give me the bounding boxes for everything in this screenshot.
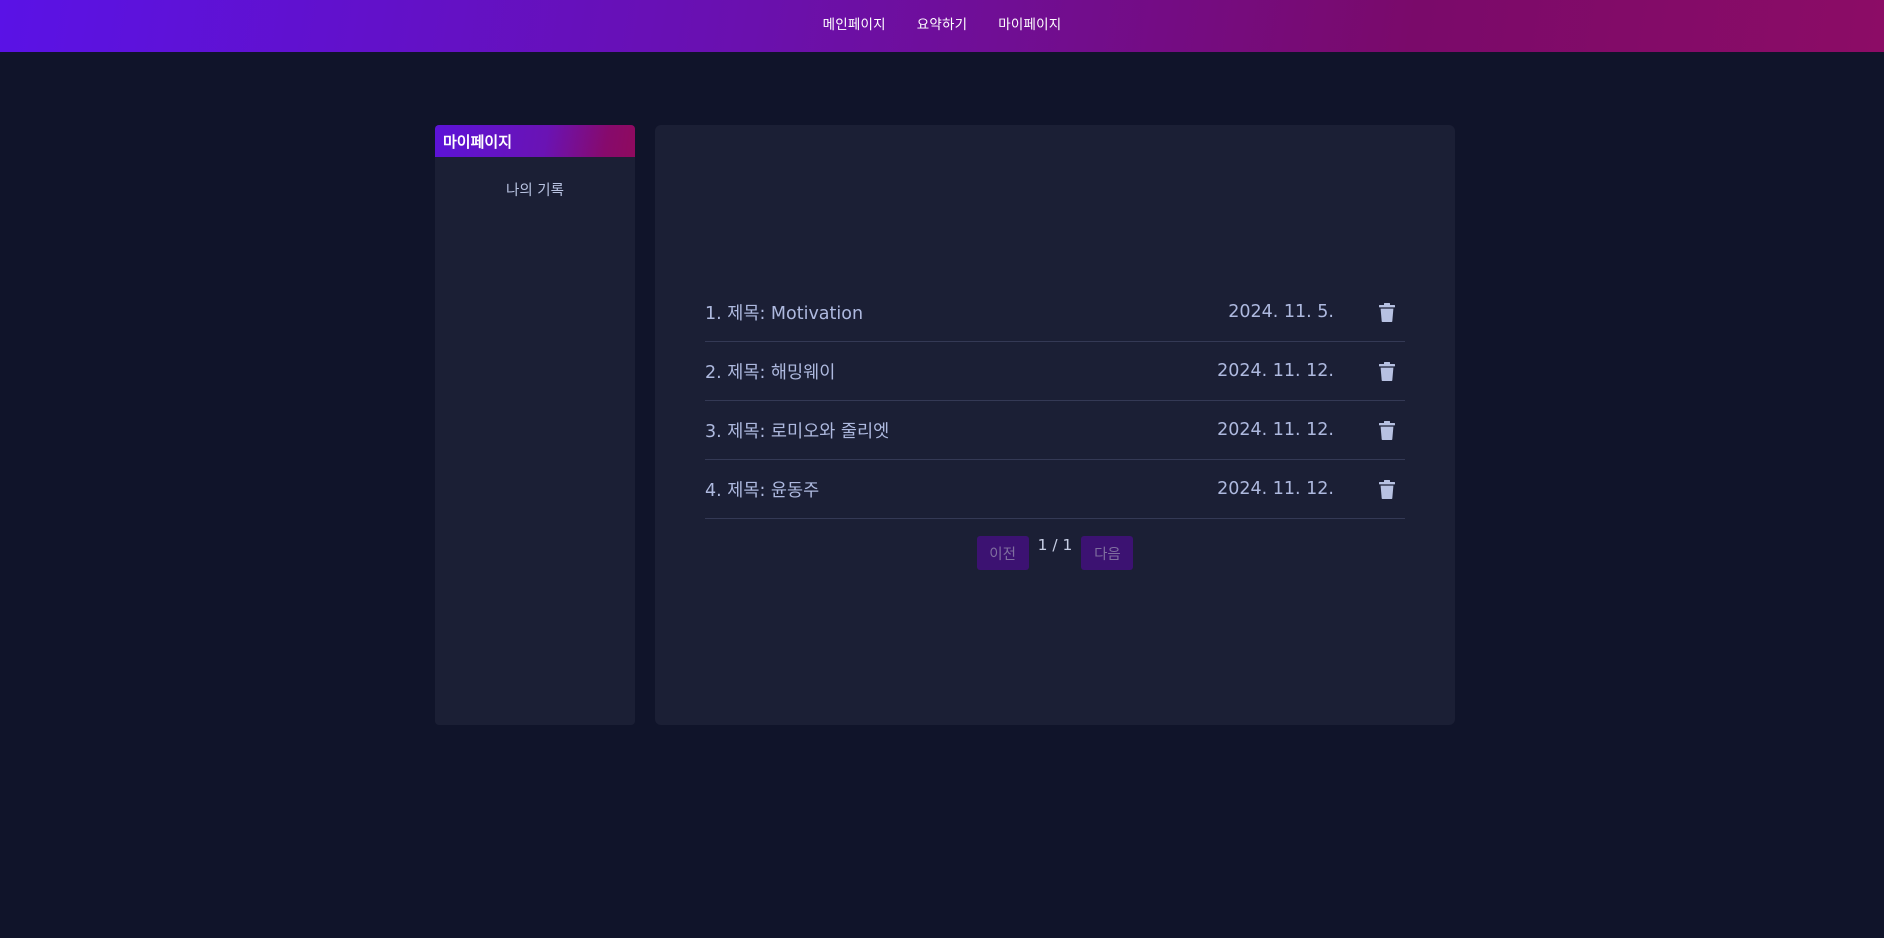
record-date: 2024. 11. 12. <box>1217 361 1334 381</box>
sidebar-item-my-records[interactable]: 나의 기록 <box>435 179 635 200</box>
list-item[interactable]: 2. 제목: 해밍웨이 2024. 11. 12. <box>705 342 1405 401</box>
next-page-button[interactable]: 다음 <box>1081 536 1134 570</box>
record-date: 2024. 11. 12. <box>1217 420 1334 440</box>
trash-icon[interactable] <box>1379 480 1395 499</box>
records-panel: 1. 제목: Motivation 2024. 11. 5. 2. 제목: 해밍… <box>655 125 1455 725</box>
record-date: 2024. 11. 5. <box>1228 302 1334 322</box>
trash-icon[interactable] <box>1379 303 1395 322</box>
trash-icon[interactable] <box>1379 362 1395 381</box>
record-title[interactable]: 4. 제목: 윤동주 <box>705 477 819 502</box>
list-item[interactable]: 1. 제목: Motivation 2024. 11. 5. <box>705 283 1405 342</box>
top-navigation: 메인페이지 요약하기 마이페이지 <box>0 0 1884 52</box>
sidebar-title: 마이페이지 <box>435 125 635 157</box>
record-date: 2024. 11. 12. <box>1217 479 1334 499</box>
record-title[interactable]: 2. 제목: 해밍웨이 <box>705 359 835 384</box>
page-indicator: 1 / 1 <box>1037 536 1073 554</box>
list-item[interactable]: 3. 제목: 로미오와 줄리엣 2024. 11. 12. <box>705 401 1405 460</box>
trash-icon[interactable] <box>1379 421 1395 440</box>
nav-my-page[interactable]: 마이페이지 <box>998 13 1061 33</box>
nav-summarize[interactable]: 요약하기 <box>917 13 967 33</box>
nav-main-page[interactable]: 메인페이지 <box>823 13 886 33</box>
sidebar: 마이페이지 나의 기록 <box>435 125 635 725</box>
record-title[interactable]: 1. 제목: Motivation <box>705 300 863 325</box>
list-item[interactable]: 4. 제목: 윤동주 2024. 11. 12. <box>705 460 1405 519</box>
pagination: 이전 1 / 1 다음 <box>655 536 1455 570</box>
prev-page-button[interactable]: 이전 <box>976 536 1029 570</box>
records-list: 1. 제목: Motivation 2024. 11. 5. 2. 제목: 해밍… <box>705 283 1405 519</box>
record-title[interactable]: 3. 제목: 로미오와 줄리엣 <box>705 418 889 443</box>
